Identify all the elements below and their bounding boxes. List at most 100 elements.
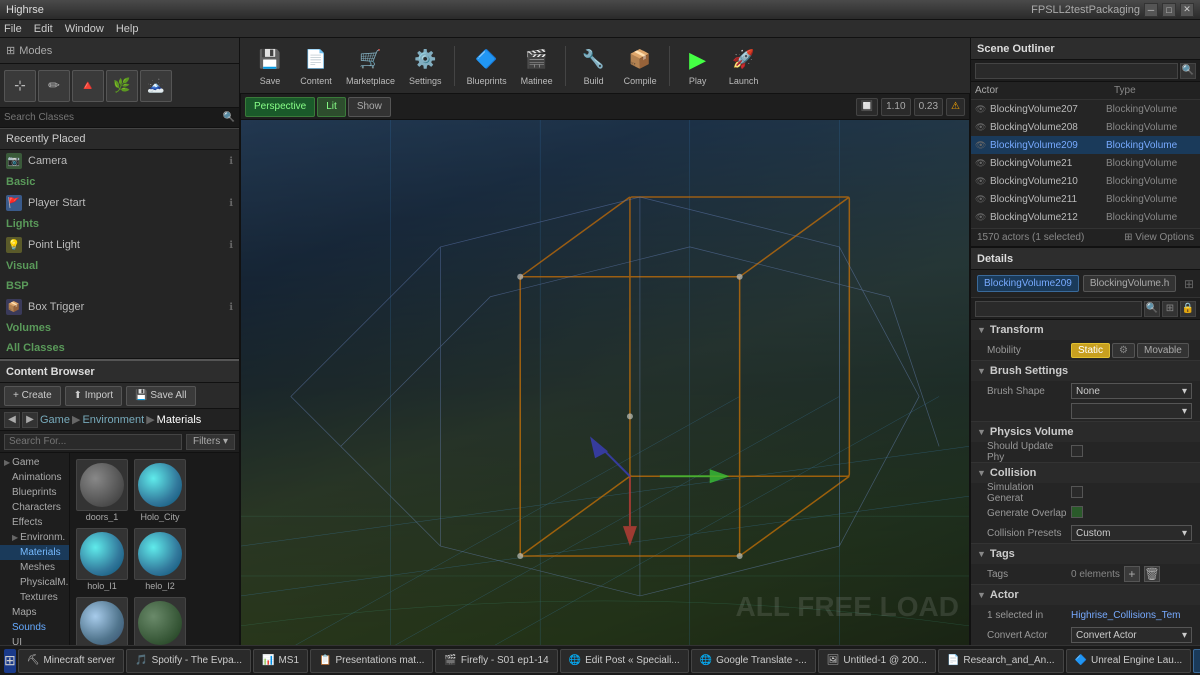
perspective-button[interactable]: Perspective	[245, 97, 315, 117]
breadcrumb-environment[interactable]: Environment	[82, 414, 144, 426]
tree-animations[interactable]: Animations	[0, 470, 69, 485]
taskbar-firefly[interactable]: 🎬 Firefly - S01 ep1-14	[435, 649, 557, 673]
toolbar-launch[interactable]: 🚀 Launch	[722, 44, 766, 88]
viewport-ctrl-0-23[interactable]: 0.23	[914, 98, 943, 116]
tree-textures[interactable]: Textures	[0, 590, 69, 605]
mat-holo-i1[interactable]: holo_I1	[74, 526, 130, 593]
taskbar-google[interactable]: 🌐 Google Translate -...	[691, 649, 816, 673]
mat-doors1[interactable]: doors_1	[74, 457, 130, 524]
tree-blueprints[interactable]: Blueprints	[0, 485, 69, 500]
taskbar-untitled[interactable]: 🖼 Untitled-1 @ 200...	[818, 649, 936, 673]
outliner-view-options[interactable]: ⊞ View Options	[1124, 232, 1194, 243]
brush-settings-header[interactable]: ▼ Brush Settings	[971, 361, 1200, 381]
taskbar-unreal-launcher[interactable]: 🔷 Unreal Engine Lau...	[1066, 649, 1192, 673]
import-button[interactable]: ⬆ Import	[65, 386, 123, 406]
toolbar-marketplace[interactable]: 🛒 Marketplace	[340, 44, 401, 88]
outliner-search-icon[interactable]: 🔍	[1180, 63, 1196, 79]
actor-player-start[interactable]: 🚩 Player Start ℹ	[0, 192, 239, 214]
static-button[interactable]: Static	[1071, 343, 1110, 358]
taskbar-fpsll2[interactable]: 🎮 FPSLL2testPackagi...	[1193, 649, 1200, 673]
tags-header[interactable]: ▼ Tags	[971, 544, 1200, 564]
out-item-208[interactable]: 👁 BlockingVolume208 BlockingVolume	[971, 118, 1200, 136]
search-classes-input[interactable]	[4, 112, 223, 123]
search-magnifier-icon[interactable]: 🔍	[223, 112, 235, 123]
actor-section-header[interactable]: ▼ Actor	[971, 585, 1200, 605]
out-item-207[interactable]: 👁 BlockingVolume207 BlockingVolume	[971, 100, 1200, 118]
tree-meshes[interactable]: Meshes	[0, 560, 69, 575]
details-lock-icon[interactable]: 🔒	[1180, 301, 1196, 317]
maximize-button[interactable]: □	[1162, 3, 1176, 17]
should-update-check[interactable]	[1071, 445, 1083, 457]
toolbar-compile[interactable]: 📦 Compile	[618, 44, 663, 88]
tree-materials[interactable]: Materials	[0, 545, 69, 560]
minimize-button[interactable]: ─	[1144, 3, 1158, 17]
toolbar-play[interactable]: ▶ Play	[676, 44, 720, 88]
search-materials-input[interactable]	[4, 434, 182, 450]
simulation-check[interactable]	[1071, 486, 1083, 498]
toolbar-settings[interactable]: ⚙️ Settings	[403, 44, 448, 88]
lit-button[interactable]: Lit	[317, 97, 346, 117]
tree-effects[interactable]: Effects	[0, 515, 69, 530]
all-classes-category[interactable]: All Classes	[0, 338, 239, 358]
details-search-icon[interactable]: 🔍	[1144, 301, 1160, 317]
toolbar-blueprints[interactable]: 🔷 Blueprints	[461, 44, 513, 88]
tool-landscape[interactable]: 🗻	[140, 70, 172, 102]
taskbar-spotify[interactable]: 🎵 Spotify - The Evpa...	[126, 649, 251, 673]
create-button[interactable]: + Create	[4, 386, 61, 406]
tree-characters[interactable]: Characters	[0, 500, 69, 515]
out-item-21[interactable]: 👁 BlockingVolume21 BlockingVolume	[971, 154, 1200, 172]
tree-game[interactable]: ▶Game	[0, 455, 69, 470]
details-options-icon[interactable]: ⊞	[1184, 277, 1194, 291]
menu-file[interactable]: File	[4, 23, 22, 35]
taskbar-research[interactable]: 📄 Research_and_An...	[938, 649, 1064, 673]
save-all-button[interactable]: 💾 Save All	[126, 386, 195, 406]
outliner-search-input[interactable]	[975, 63, 1178, 79]
tree-physical-materials[interactable]: PhysicalM.	[0, 575, 69, 590]
tool-paint[interactable]: ✏	[38, 70, 70, 102]
transform-header[interactable]: ▼ Transform	[971, 320, 1200, 340]
convert-actor-dropdown[interactable]: Convert Actor ▾	[1071, 627, 1192, 643]
details-search-input[interactable]	[975, 301, 1142, 317]
movable-label-button[interactable]: Movable	[1137, 343, 1189, 358]
tags-delete-button[interactable]: 🗑	[1144, 566, 1160, 582]
mat-holo-city[interactable]: Holo_City	[132, 457, 188, 524]
tool-geometry[interactable]: 🔺	[72, 70, 104, 102]
tree-environment[interactable]: ▶Environm.	[0, 530, 69, 545]
physics-header[interactable]: ▼ Physics Volume	[971, 422, 1200, 442]
nav-back[interactable]: ◀	[4, 412, 20, 428]
out-item-209[interactable]: 👁 BlockingVolume209 BlockingVolume	[971, 136, 1200, 154]
toolbar-save[interactable]: 💾 Save	[248, 44, 292, 88]
out-item-210[interactable]: 👁 BlockingVolume210 BlockingVolume	[971, 172, 1200, 190]
tree-sounds[interactable]: Sounds	[0, 620, 69, 635]
taskbar-ms1[interactable]: 📊 MS1	[253, 649, 308, 673]
menu-edit[interactable]: Edit	[34, 23, 53, 35]
collision-header[interactable]: ▼ Collision	[971, 463, 1200, 483]
details-grid-icon[interactable]: ⊞	[1162, 301, 1178, 317]
taskbar-presentations[interactable]: 📋 Presentations mat...	[310, 649, 433, 673]
brush-shape-sub-dropdown[interactable]: ▾	[1071, 403, 1192, 419]
show-button[interactable]: Show	[348, 97, 391, 117]
toolbar-matinee[interactable]: 🎬 Matinee	[515, 44, 559, 88]
out-item-211[interactable]: 👁 BlockingVolume211 BlockingVolume	[971, 190, 1200, 208]
taskbar-edit-post[interactable]: 🌐 Edit Post « Speciali...	[560, 649, 689, 673]
modes-text[interactable]: Modes	[19, 45, 52, 57]
nav-forward[interactable]: ▶	[22, 412, 38, 428]
start-button[interactable]: ⊞	[4, 649, 16, 673]
viewport-ctrl-speed[interactable]: 1.10	[881, 98, 910, 116]
toolbar-content[interactable]: 📄 Content	[294, 44, 338, 88]
collision-presets-dropdown[interactable]: Custom ▾	[1071, 525, 1192, 541]
tags-add-button[interactable]: +	[1124, 566, 1140, 582]
out-item-212[interactable]: 👁 BlockingVolume212 BlockingVolume	[971, 208, 1200, 226]
tool-foliage[interactable]: 🌿	[106, 70, 138, 102]
breadcrumb-game[interactable]: Game	[40, 414, 70, 426]
mat-helo-i2[interactable]: helo_I2	[132, 526, 188, 593]
filters-button[interactable]: Filters ▾	[186, 434, 235, 450]
taskbar-minecraft[interactable]: ⛏ Minecraft server	[18, 649, 124, 673]
viewport-ctrl-1[interactable]: 🔲	[856, 98, 878, 116]
actor-box-trigger[interactable]: 📦 Box Trigger ℹ	[0, 296, 239, 318]
toolbar-build[interactable]: 🔧 Build	[572, 44, 616, 88]
breadcrumb-materials[interactable]: Materials	[157, 414, 202, 426]
menu-window[interactable]: Window	[65, 23, 104, 35]
actor-camera[interactable]: 📷 Camera ℹ	[0, 150, 239, 172]
tool-select[interactable]: ⊹	[4, 70, 36, 102]
